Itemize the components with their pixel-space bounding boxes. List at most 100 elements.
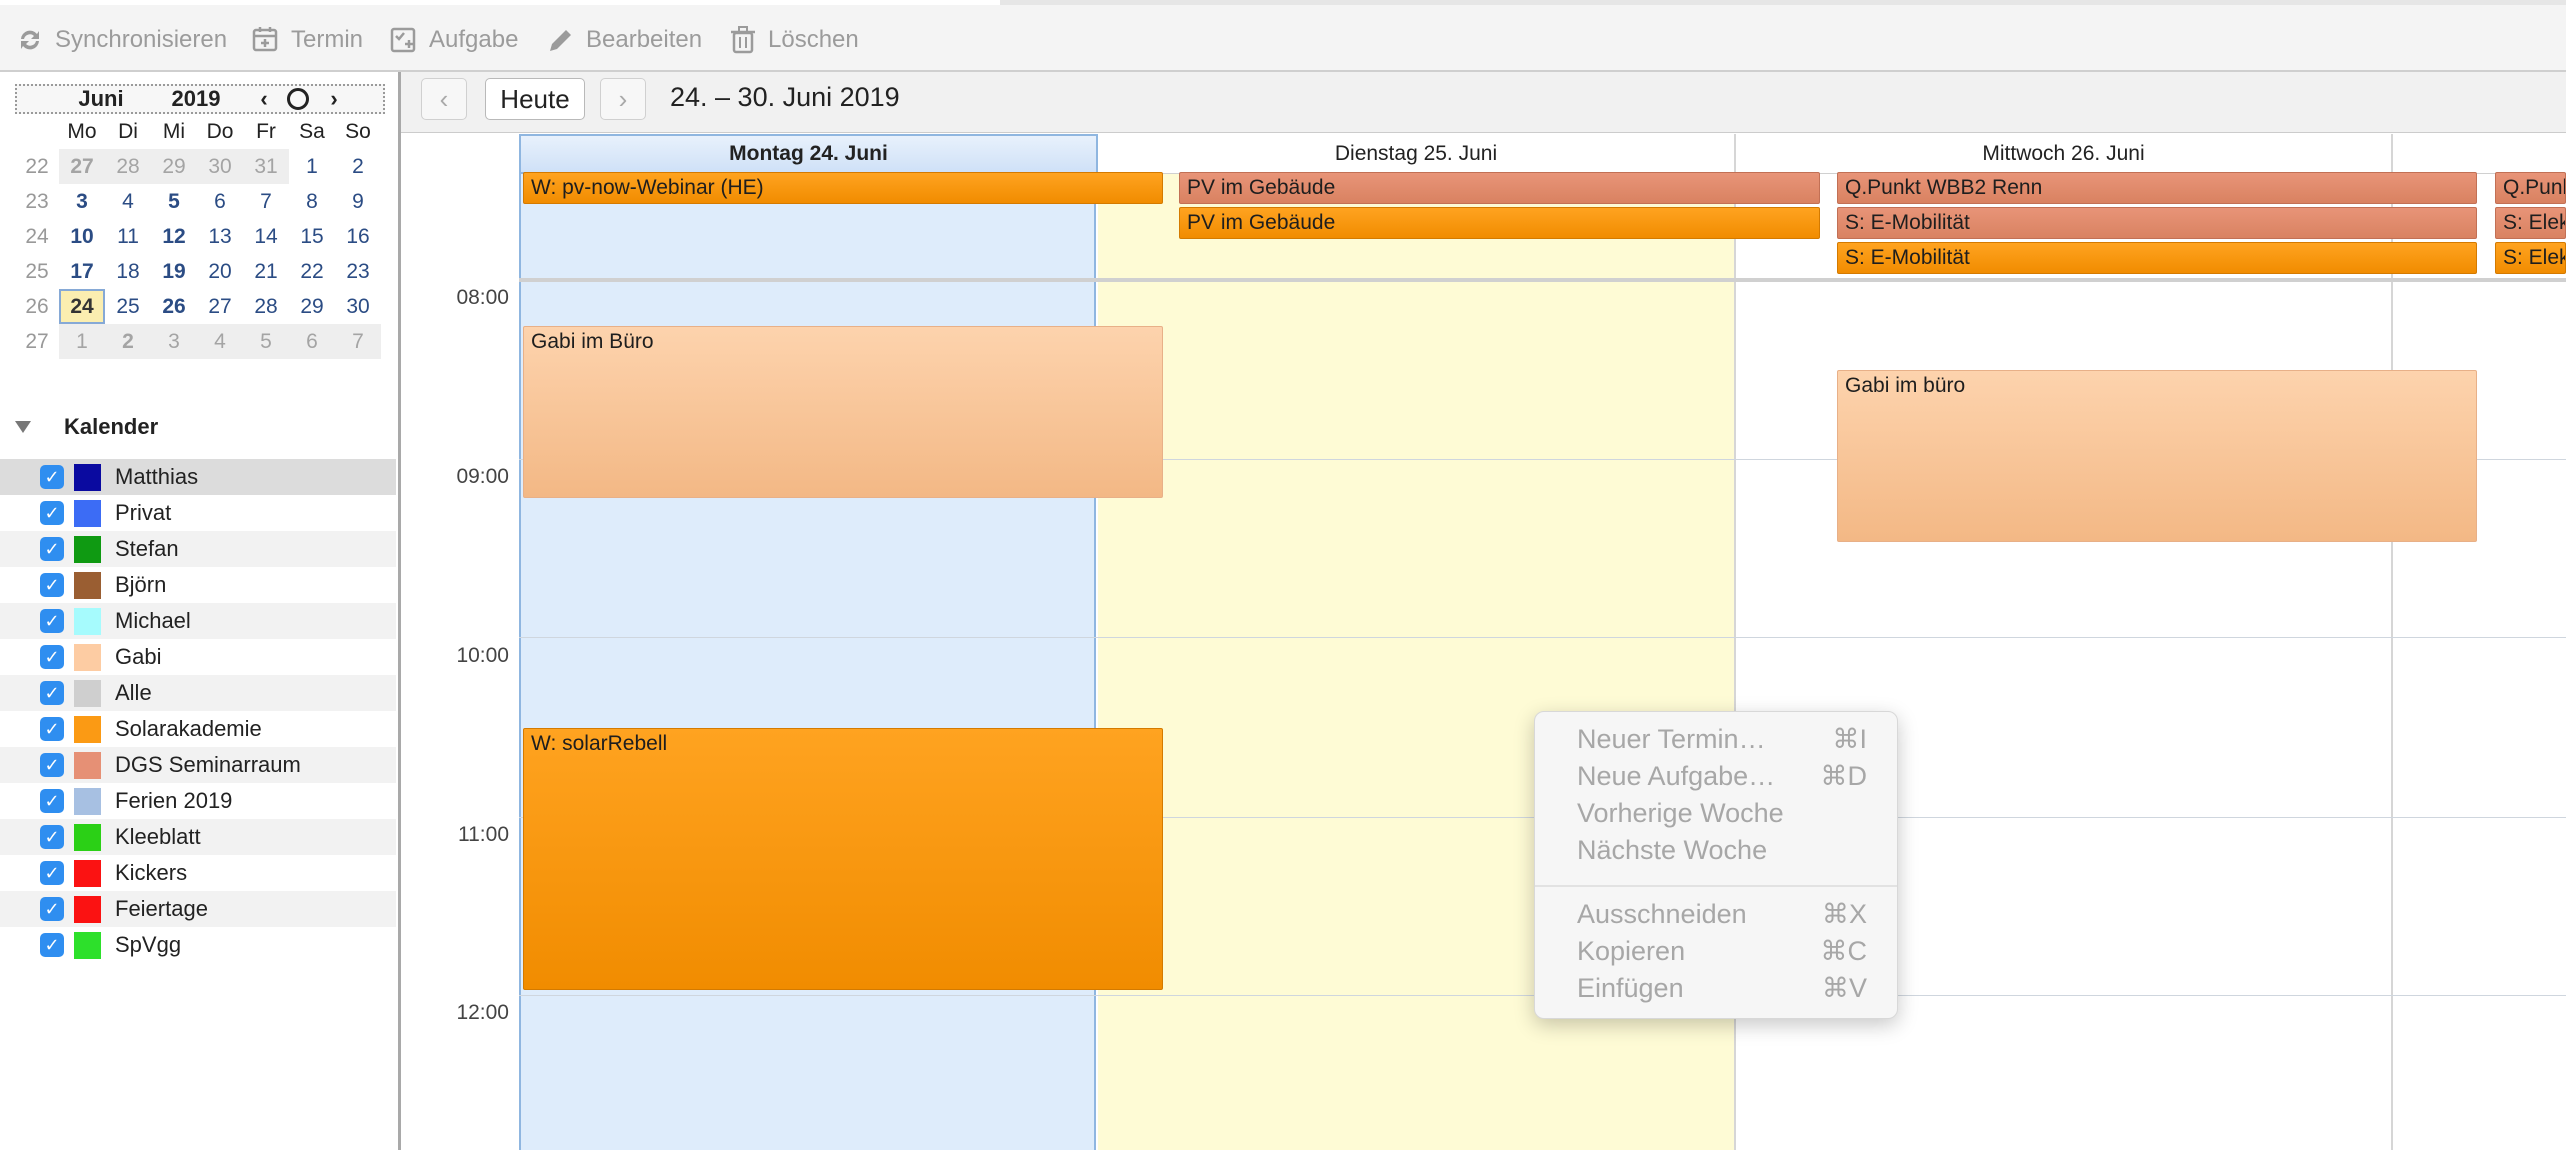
calendar-item-spvgg[interactable]: ✓ SpVgg bbox=[0, 927, 396, 963]
allday-event[interactable]: Q.Punk bbox=[2495, 172, 2566, 204]
event-block[interactable]: Gabi im büro bbox=[1837, 370, 2477, 542]
calendar-item-bjoern[interactable]: ✓ Björn bbox=[0, 567, 396, 603]
mini-day[interactable]: 28 bbox=[105, 149, 151, 184]
calendar-item-solarakademie[interactable]: ✓ Solarakademie bbox=[0, 711, 396, 747]
previous-week-button[interactable]: ‹ bbox=[421, 78, 467, 120]
mini-day-today[interactable]: 24 bbox=[59, 289, 105, 324]
calendar-item-matthias[interactable]: ✓ Matthias bbox=[0, 459, 396, 495]
next-month-icon[interactable]: › bbox=[323, 86, 345, 112]
mini-day[interactable]: 3 bbox=[59, 184, 105, 219]
day-header-thursday[interactable] bbox=[2393, 134, 2566, 174]
mini-day[interactable]: 11 bbox=[105, 219, 151, 254]
allday-event[interactable]: S: E-Mobilität bbox=[1837, 207, 2477, 239]
today-circle-icon[interactable] bbox=[287, 88, 309, 110]
checkbox[interactable]: ✓ bbox=[40, 825, 64, 849]
mini-day[interactable]: 30 bbox=[197, 149, 243, 184]
mini-day[interactable]: 19 bbox=[151, 254, 197, 289]
mini-day[interactable]: 21 bbox=[243, 254, 289, 289]
calendar-list-header[interactable]: Kalender bbox=[14, 414, 158, 440]
day-header-monday[interactable]: Montag 24. Juni bbox=[519, 134, 1098, 174]
allday-event[interactable]: S: Elek bbox=[2495, 207, 2566, 239]
mini-day[interactable]: 2 bbox=[335, 149, 381, 184]
disclosure-triangle-icon[interactable] bbox=[14, 419, 32, 435]
next-week-button[interactable]: › bbox=[600, 78, 646, 120]
active-tab[interactable] bbox=[0, 0, 1000, 5]
checkbox[interactable]: ✓ bbox=[40, 537, 64, 561]
mini-day[interactable]: 8 bbox=[289, 184, 335, 219]
mini-day[interactable]: 17 bbox=[59, 254, 105, 289]
mini-day[interactable]: 29 bbox=[151, 149, 197, 184]
calendar-item-privat[interactable]: ✓ Privat bbox=[0, 495, 396, 531]
checkbox[interactable]: ✓ bbox=[40, 645, 64, 669]
mini-day[interactable]: 5 bbox=[243, 324, 289, 359]
day-header-wednesday[interactable]: Mittwoch 26. Juni bbox=[1736, 134, 2391, 174]
mini-day[interactable]: 12 bbox=[151, 219, 197, 254]
checkbox[interactable]: ✓ bbox=[40, 753, 64, 777]
calendar-item-kleeblatt[interactable]: ✓ Kleeblatt bbox=[0, 819, 396, 855]
mini-day[interactable]: 4 bbox=[197, 324, 243, 359]
day-header-tuesday[interactable]: Dienstag 25. Juni bbox=[1098, 134, 1734, 174]
mini-calendar-year[interactable]: 2019 bbox=[161, 86, 231, 112]
allday-event[interactable]: S: E-Mobilität bbox=[1837, 242, 2477, 274]
mini-day[interactable]: 30 bbox=[335, 289, 381, 324]
mini-day[interactable]: 9 bbox=[335, 184, 381, 219]
calendar-item-ferien-2019[interactable]: ✓ Ferien 2019 bbox=[0, 783, 396, 819]
mini-day[interactable]: 18 bbox=[105, 254, 151, 289]
today-button[interactable]: Heute bbox=[485, 78, 585, 120]
mini-day[interactable]: 20 bbox=[197, 254, 243, 289]
checkbox[interactable]: ✓ bbox=[40, 717, 64, 741]
mini-day[interactable]: 7 bbox=[335, 324, 381, 359]
mini-day[interactable]: 10 bbox=[59, 219, 105, 254]
delete-button[interactable]: Löschen bbox=[728, 22, 859, 58]
checkbox[interactable]: ✓ bbox=[40, 933, 64, 957]
mini-day[interactable]: 4 bbox=[105, 184, 151, 219]
mini-day[interactable]: 2 bbox=[105, 324, 151, 359]
menu-item-paste[interactable]: Einfügen ⌘V bbox=[1577, 970, 1867, 1006]
calendar-item-stefan[interactable]: ✓ Stefan bbox=[0, 531, 396, 567]
mini-day[interactable]: 28 bbox=[243, 289, 289, 324]
calendar-item-alle[interactable]: ✓ Alle bbox=[0, 675, 396, 711]
new-event-button[interactable]: Termin bbox=[251, 22, 363, 58]
allday-event[interactable]: Q.Punkt WBB2 Renn bbox=[1837, 172, 2477, 204]
checkbox[interactable]: ✓ bbox=[40, 501, 64, 525]
mini-day[interactable]: 15 bbox=[289, 219, 335, 254]
prev-month-icon[interactable]: ‹ bbox=[253, 86, 275, 112]
mini-calendar-month[interactable]: Juni bbox=[61, 86, 141, 112]
mini-day[interactable]: 14 bbox=[243, 219, 289, 254]
checkbox[interactable]: ✓ bbox=[40, 861, 64, 885]
mini-day[interactable]: 6 bbox=[197, 184, 243, 219]
mini-day[interactable]: 22 bbox=[289, 254, 335, 289]
new-task-button[interactable]: Aufgabe bbox=[389, 22, 518, 58]
sync-button[interactable]: Synchronisieren bbox=[15, 22, 227, 58]
allday-event[interactable]: PV im Gebäude bbox=[1179, 207, 1820, 239]
menu-item-cut[interactable]: Ausschneiden ⌘X bbox=[1577, 896, 1867, 932]
mini-day[interactable]: 23 bbox=[335, 254, 381, 289]
mini-day[interactable]: 25 bbox=[105, 289, 151, 324]
checkbox[interactable]: ✓ bbox=[40, 609, 64, 633]
mini-day[interactable]: 16 bbox=[335, 219, 381, 254]
mini-day[interactable]: 27 bbox=[197, 289, 243, 324]
checkbox[interactable]: ✓ bbox=[40, 789, 64, 813]
mini-day[interactable]: 29 bbox=[289, 289, 335, 324]
mini-day[interactable]: 5 bbox=[151, 184, 197, 219]
mini-day[interactable]: 7 bbox=[243, 184, 289, 219]
menu-item-copy[interactable]: Kopieren ⌘C bbox=[1577, 933, 1867, 969]
checkbox[interactable]: ✓ bbox=[40, 573, 64, 597]
mini-day[interactable]: 1 bbox=[289, 149, 335, 184]
day-column-thursday[interactable] bbox=[2393, 134, 2566, 1150]
mini-day[interactable]: 27 bbox=[59, 149, 105, 184]
mini-day[interactable]: 26 bbox=[151, 289, 197, 324]
mini-day[interactable]: 13 bbox=[197, 219, 243, 254]
allday-event[interactable]: S: Elek bbox=[2495, 242, 2566, 274]
calendar-item-dgs-seminarraum[interactable]: ✓ DGS Seminarraum bbox=[0, 747, 396, 783]
day-column-monday[interactable] bbox=[519, 134, 1096, 1150]
mini-day[interactable]: 3 bbox=[151, 324, 197, 359]
menu-item-previous-week[interactable]: Vorherige Woche bbox=[1577, 795, 1867, 831]
calendar-item-kickers[interactable]: ✓ Kickers bbox=[0, 855, 396, 891]
allday-event[interactable]: W: pv-now-Webinar (HE) bbox=[523, 172, 1163, 204]
event-block[interactable]: Gabi im Büro bbox=[523, 326, 1163, 498]
event-block[interactable]: W: solarRebell bbox=[523, 728, 1163, 990]
calendar-item-feiertage[interactable]: ✓ Feiertage bbox=[0, 891, 396, 927]
checkbox[interactable]: ✓ bbox=[40, 681, 64, 705]
menu-item-new-event[interactable]: Neuer Termin… ⌘I bbox=[1577, 721, 1867, 757]
